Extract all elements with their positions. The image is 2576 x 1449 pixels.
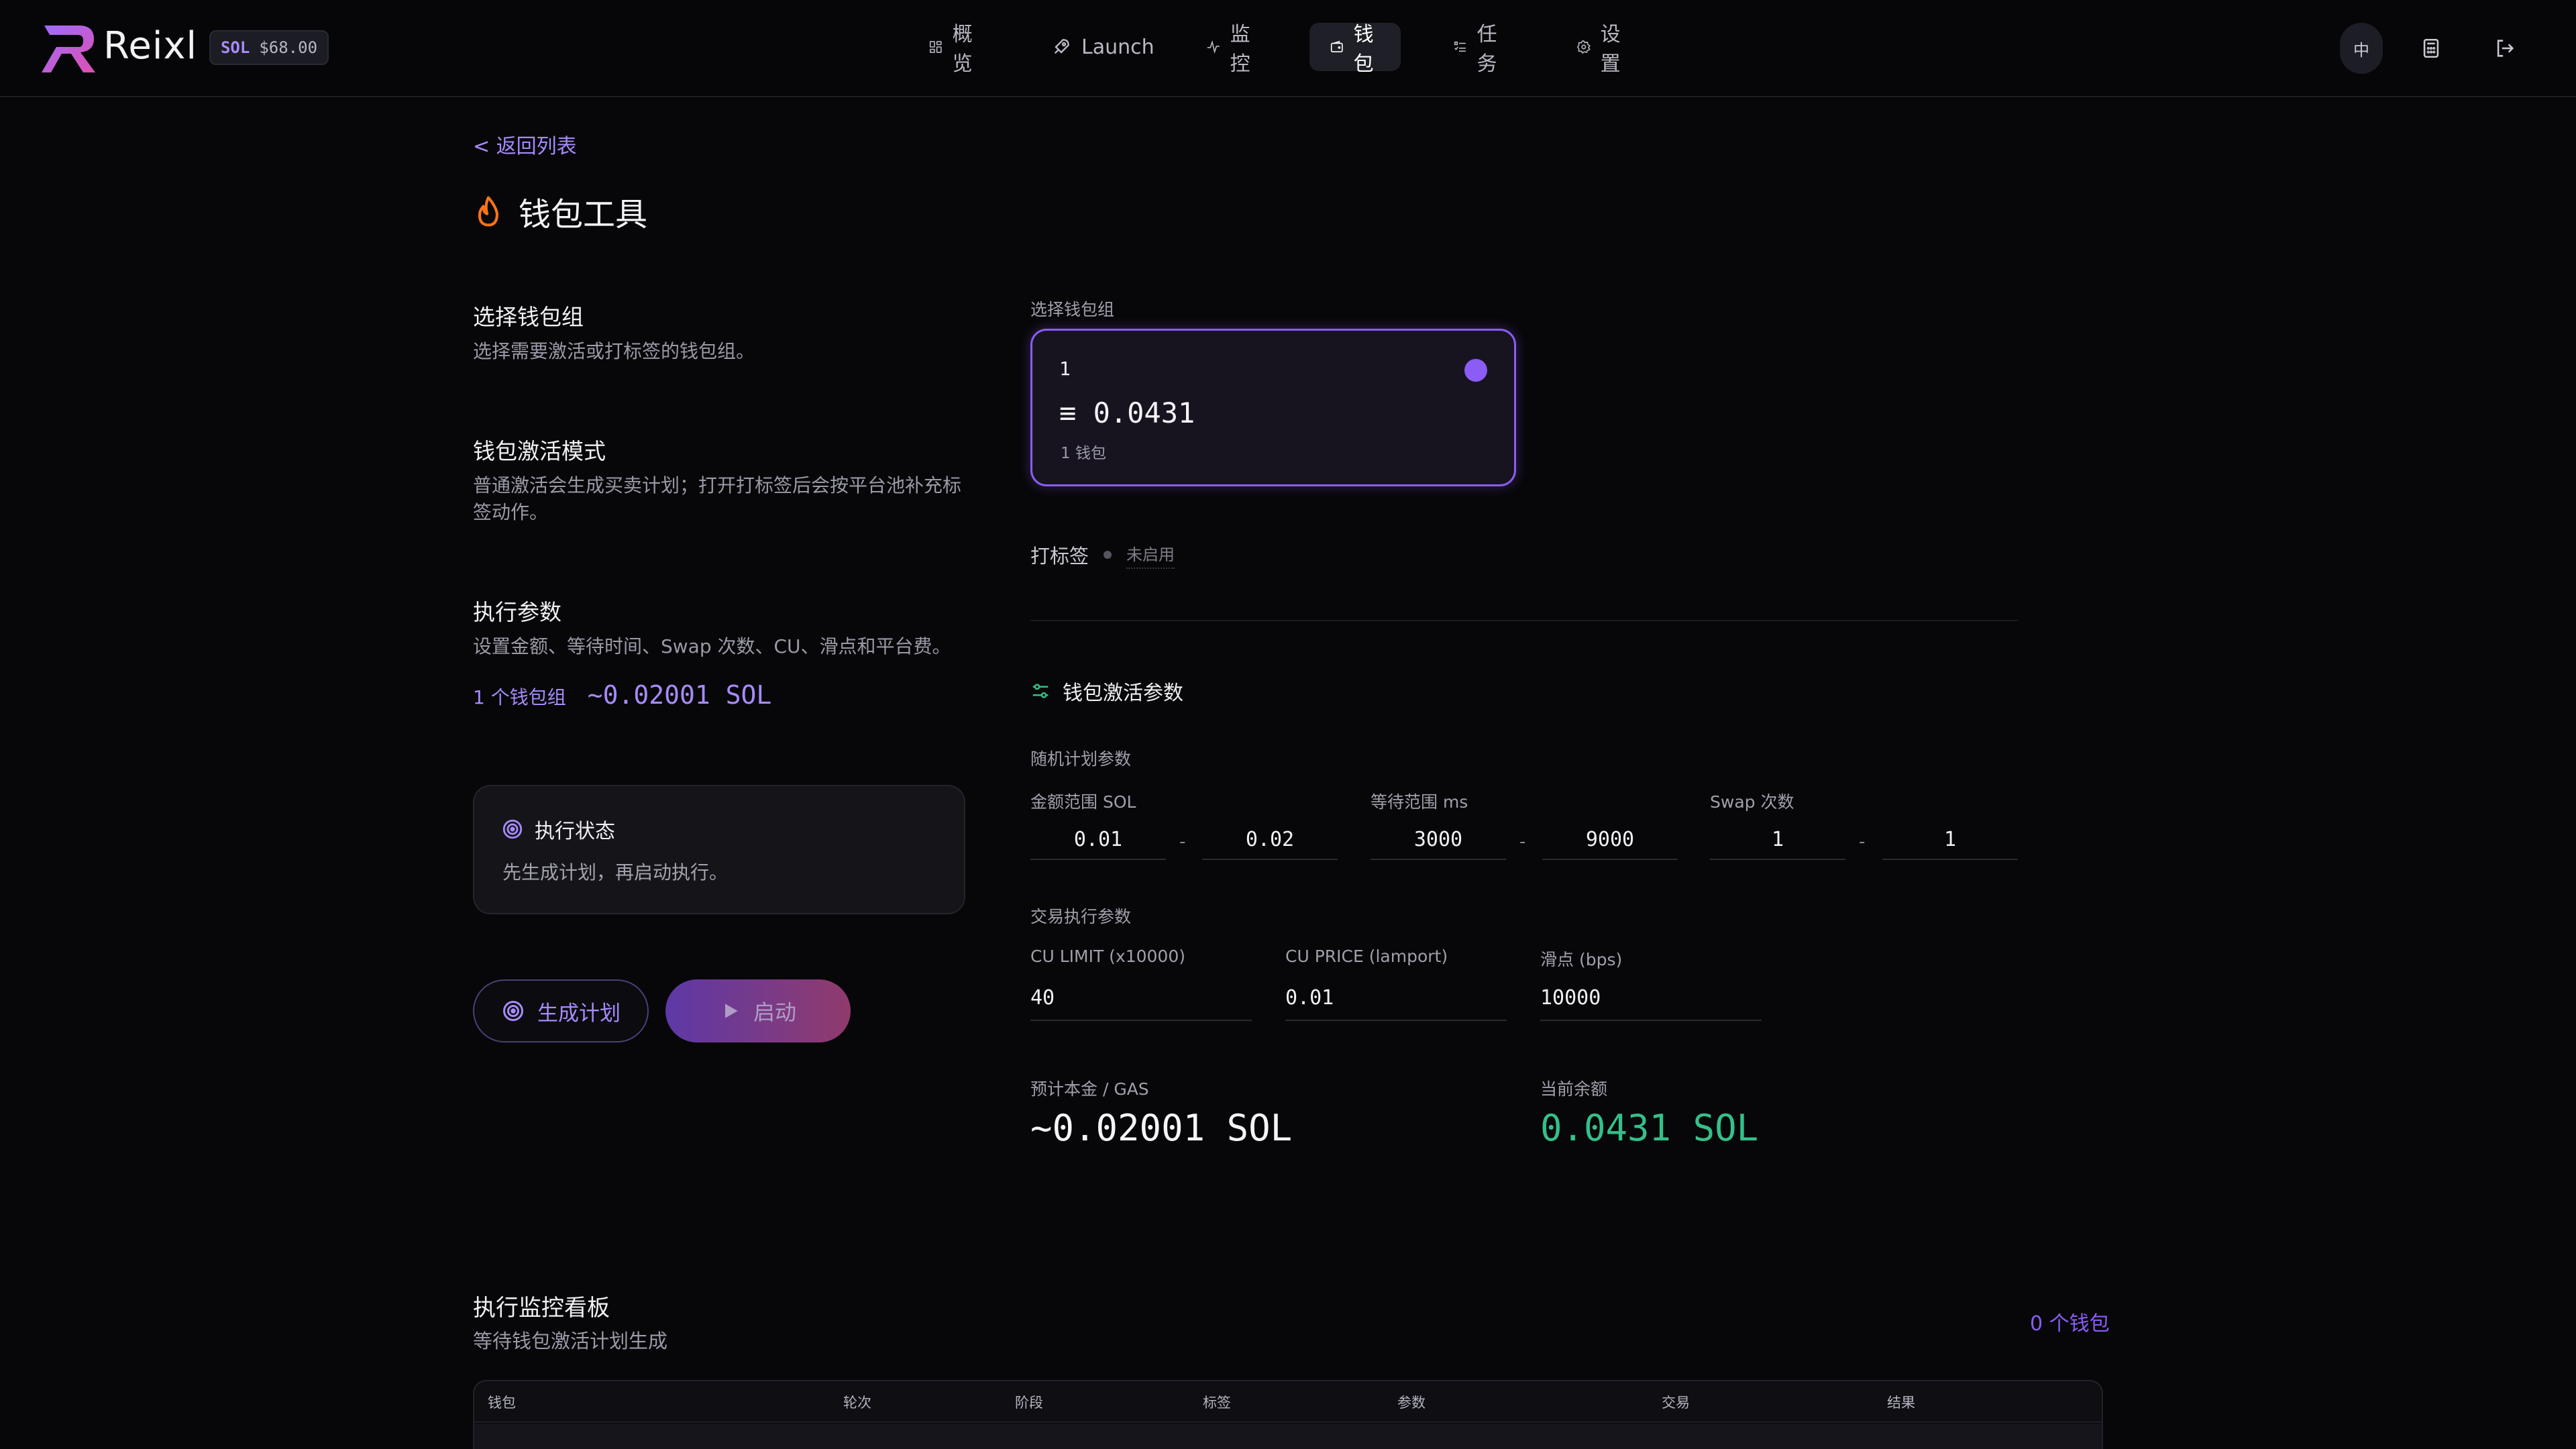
page-title: 钱包工具 (473, 188, 647, 235)
tagging-status: 未启用 (1126, 541, 1175, 569)
activity-icon (1207, 40, 1220, 54)
estimate-value: ~0.02001 SOL (1030, 1107, 1293, 1149)
monitor-wallet-count[interactable]: 0 个钱包 (2030, 1307, 2110, 1336)
col-result: 结果 (1887, 1395, 1915, 1411)
wait-min-input[interactable]: 3000 (1371, 800, 1506, 860)
col-params: 参数 (1397, 1395, 1426, 1411)
nav-launch[interactable]: Launch (1030, 23, 1175, 71)
plan-summary: 1 个钱包组 ~0.02001 SOL (473, 680, 771, 710)
divider (1030, 620, 2018, 621)
list-icon (1454, 42, 1466, 52)
calculator-icon (2423, 38, 2439, 58)
select-group-label: 选择钱包组 (1030, 300, 1115, 319)
wallet-group-name: 1 (1059, 358, 1071, 380)
col-tag: 标签 (1203, 1395, 1231, 1411)
grid-icon (929, 41, 942, 53)
generate-plan-label: 生成计划 (537, 1001, 621, 1026)
nav-settings[interactable]: 设置 (1556, 23, 1648, 76)
range-separator: - (1179, 832, 1186, 852)
top-header: Reixl SOL $68.00 概览 Launch 监控 钱包 任务 设置 中 (0, 0, 2576, 97)
language-button[interactable]: 中 (2340, 23, 2383, 74)
language-label: 中 (2353, 40, 2369, 60)
sol-price: $68.00 (259, 38, 318, 57)
cu-limit-input[interactable]: 40 (1030, 959, 1252, 1021)
tagging-status-dot (1104, 551, 1112, 559)
range-separator: - (1859, 832, 1866, 852)
monitor-desc: 等待钱包激活计划生成 (473, 1330, 668, 1352)
nav-monitor[interactable]: 监控 (1186, 23, 1277, 76)
amount-max-input[interactable]: 0.02 (1202, 800, 1338, 860)
estimate-label: 预计本金 / GAS (1030, 1079, 1149, 1099)
balance-label: 当前余额 (1540, 1079, 1608, 1099)
table-header: 钱包 轮次 阶段 标签 参数 交易 结果 (474, 1381, 2102, 1423)
swap-min-input[interactable]: 1 (1710, 800, 1845, 860)
group-count: 1 个钱包组 (473, 686, 566, 708)
sliders-icon (1032, 684, 1049, 698)
logout-button[interactable] (2483, 23, 2526, 74)
activation-params-header: 钱包激活参数 (1030, 676, 1183, 706)
nav-wallet[interactable]: 钱包 (1309, 23, 1401, 76)
wallet-group-card[interactable]: 1 ≡ 0.0431 1 钱包 (1030, 329, 1516, 486)
exec-status-desc: 先生成计划，再启动执行。 (502, 861, 729, 883)
balance-value: 0.0431 SOL (1540, 1107, 1759, 1149)
activation-mode-title: 钱包激活模式 (473, 438, 606, 464)
col-tx: 交易 (1662, 1395, 1690, 1411)
generate-plan-button[interactable]: 生成计划 (473, 979, 649, 1042)
start-button[interactable]: 启动 (665, 979, 851, 1042)
swap-max-input[interactable]: 1 (1882, 800, 2018, 860)
table-body (474, 1424, 2102, 1449)
amount-min-input[interactable]: 0.01 (1030, 800, 1166, 860)
col-wallet: 钱包 (488, 1395, 516, 1411)
wallet-icon (1330, 40, 1343, 52)
nav-tasks[interactable]: 任务 (1433, 23, 1524, 76)
nav-overview[interactable]: 概览 (908, 23, 1000, 76)
play-icon (724, 1004, 738, 1018)
monitor-table: 钱包 轮次 阶段 标签 参数 交易 结果 (473, 1380, 2103, 1449)
page-title-text: 钱包工具 (519, 196, 648, 233)
wallet-group-balance: ≡ 0.0431 (1059, 396, 1195, 429)
exec-status-card: 执行状态 先生成计划，再启动执行。 (473, 785, 965, 914)
nav-overview-label: 概览 (952, 23, 973, 76)
exec-params-label: 交易执行参数 (1030, 907, 1132, 926)
exec-params-desc: 设置金额、等待时间、Swap 次数、CU、滑点和平台费。 (473, 635, 951, 657)
plan-amount: ~0.02001 SOL (587, 680, 772, 710)
slippage-input[interactable]: 10000 (1540, 959, 1762, 1021)
select-group-desc: 选择需要激活或打标签的钱包组。 (473, 340, 755, 362)
wait-max-input[interactable]: 9000 (1542, 800, 1678, 860)
tagging-label: 打标签 (1030, 545, 1089, 568)
range-separator: - (1519, 832, 1526, 852)
sol-price-badge: SOL $68.00 (209, 30, 329, 65)
start-label: 启动 (753, 1000, 796, 1025)
monitor-title: 执行监控看板 (473, 1295, 610, 1322)
nav-wallet-label: 钱包 (1353, 23, 1374, 76)
activation-mode-desc: 普通激活会生成买卖计划；打开打标签后会按平台池补充标签动作。 (473, 474, 962, 523)
activation-params-title: 钱包激活参数 (1063, 682, 1183, 705)
exec-status-header: 执行状态 (501, 814, 615, 844)
selected-indicator (1464, 359, 1487, 382)
cu-price-input[interactable]: 0.01 (1285, 959, 1507, 1021)
nav-monitor-label: 监控 (1230, 23, 1250, 76)
rocket-icon (1054, 39, 1069, 54)
tagging-toggle[interactable]: 打标签 未启用 (1030, 541, 1175, 569)
exec-params-title: 执行参数 (473, 599, 561, 625)
random-plan-label: 随机计划参数 (1030, 749, 1132, 769)
exec-status-title: 执行状态 (535, 820, 615, 843)
nav-settings-label: 设置 (1600, 23, 1621, 76)
logo-text: Reixl (103, 24, 198, 68)
col-round: 轮次 (843, 1395, 871, 1411)
gear-icon (1576, 40, 1591, 54)
logout-icon (2497, 40, 2514, 57)
logo-icon[interactable] (42, 23, 98, 74)
sol-label: SOL (220, 38, 250, 57)
col-stage: 阶段 (1015, 1395, 1043, 1411)
select-group-title: 选择钱包组 (473, 304, 584, 330)
target-icon (502, 819, 523, 839)
target-icon (503, 1001, 523, 1021)
flame-icon (478, 196, 499, 227)
wallet-group-count: 1 钱包 (1061, 445, 1106, 462)
calculator-button[interactable] (2410, 23, 2453, 74)
nav-tasks-label: 任务 (1477, 23, 1497, 76)
nav-launch-label: Launch (1081, 35, 1155, 59)
back-to-list-link[interactable]: < 返回列表 (473, 129, 577, 159)
